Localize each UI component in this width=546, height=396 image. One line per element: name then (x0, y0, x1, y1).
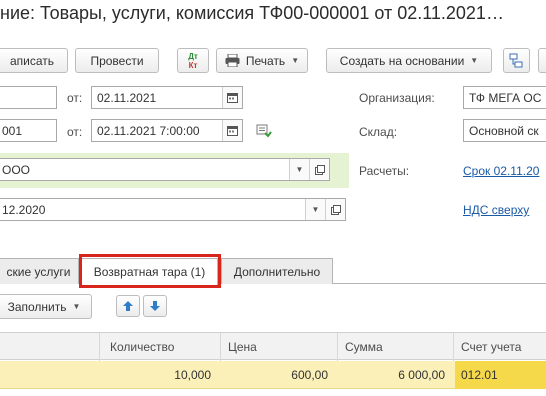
print-dropdown-icon: ▼ (291, 56, 300, 65)
dt-kt-icon: Дт Кт (188, 52, 198, 70)
table-row[interactable]: 10,000 600,00 6 000,00 012.01 (0, 361, 546, 389)
calendar-icon[interactable] (222, 87, 242, 108)
tab-agent-services[interactable]: ские услуги (0, 258, 79, 284)
more-button[interactable] (538, 48, 546, 73)
post-button[interactable]: Провести (75, 48, 159, 73)
column-separator (337, 333, 338, 361)
incoming-date-label: от: (67, 125, 83, 139)
fill-button[interactable]: Заполнить ▼ (0, 294, 92, 319)
column-header-price[interactable]: Цена (228, 340, 257, 354)
tab-label: ские услуги (6, 264, 71, 279)
settlements-label: Расчеты: (359, 164, 410, 178)
column-separator (220, 333, 221, 361)
move-down-button[interactable] (143, 295, 167, 317)
counterparty-value: ООО (2, 162, 31, 177)
document-date-value: 02.11.2021 (97, 90, 157, 105)
arrow-down-icon (149, 300, 161, 312)
vat-link[interactable]: НДС сверху (463, 203, 529, 217)
warehouse-label: Склад: (359, 125, 398, 139)
print-button[interactable]: Печать ▼ (216, 48, 308, 73)
kt-label: Кт (188, 60, 198, 70)
counterparty-field[interactable]: ООО ▼ (0, 158, 330, 181)
move-up-button[interactable] (116, 295, 140, 317)
warehouse-field[interactable]: Основной ск (463, 119, 546, 142)
create-based-on-label: Создать на основании (339, 53, 465, 68)
structure-icon (509, 53, 524, 68)
fill-dropdown-icon: ▼ (72, 302, 81, 311)
cell-price[interactable]: 600,00 (221, 368, 328, 382)
structure-button[interactable] (503, 48, 530, 73)
arrow-up-icon (122, 300, 134, 312)
warehouse-value: Основной ск (469, 123, 539, 138)
incoming-number-value: 001 (2, 123, 23, 138)
open-icon[interactable] (309, 159, 329, 180)
active-tab-highlight (79, 254, 221, 288)
post-and-close-button[interactable]: аписать (0, 48, 68, 73)
column-header-quantity[interactable]: Количество (110, 340, 174, 354)
document-date-field[interactable]: 02.11.2021 (91, 86, 243, 109)
open-icon[interactable] (325, 199, 345, 220)
dropdown-arrow-icon[interactable]: ▼ (289, 159, 309, 180)
contract-value: 12.2020 (2, 202, 46, 217)
print-label: Печать (245, 53, 286, 68)
printer-icon (225, 54, 240, 67)
calendar-icon[interactable] (222, 120, 242, 141)
number-date-label: от: (67, 91, 83, 105)
organization-value: ТФ МЕГА ОС (469, 90, 542, 105)
create-based-on-button[interactable]: Создать на основании ▼ (326, 48, 492, 73)
column-separator (99, 333, 100, 361)
incoming-number-field[interactable]: 001 (0, 119, 57, 142)
column-header-sum[interactable]: Сумма (345, 340, 383, 354)
organization-field[interactable]: ТФ МЕГА ОС (463, 86, 546, 109)
dt-kt-button[interactable]: Дт Кт (177, 48, 209, 73)
cell-sum[interactable]: 6 000,00 (338, 368, 445, 382)
organization-label: Организация: (359, 91, 435, 105)
cell-account[interactable]: 012.01 (461, 368, 498, 382)
incoming-date-field[interactable]: 02.11.2021 7:00:00 (91, 119, 243, 142)
cell-quantity[interactable]: 10,000 (100, 368, 211, 382)
dropdown-arrow-icon[interactable]: ▼ (305, 199, 325, 220)
post-and-close-label: аписать (9, 53, 55, 68)
window-title: ние: Товары, услуги, комиссия ТФ00-00000… (0, 3, 504, 23)
tab-label: Дополнительно (233, 264, 321, 279)
create-based-on-dropdown-icon: ▼ (470, 56, 479, 65)
incoming-date-value: 02.11.2021 7:00:00 (97, 123, 200, 138)
number-field[interactable] (0, 86, 57, 109)
tab-additional[interactable]: Дополнительно (221, 258, 333, 284)
fill-label: Заполнить (7, 299, 67, 314)
dt-label: Дт (188, 51, 198, 61)
contract-field[interactable]: 12.2020 ▼ (0, 198, 346, 221)
settlements-link[interactable]: Срок 02.11.20 (463, 164, 539, 178)
column-header-account[interactable]: Счет учета (461, 340, 521, 354)
column-separator (453, 333, 454, 361)
post-label: Провести (90, 53, 144, 68)
table-header: Количество Цена Сумма Счет учета (0, 332, 546, 361)
document-link-icon[interactable] (256, 124, 272, 141)
